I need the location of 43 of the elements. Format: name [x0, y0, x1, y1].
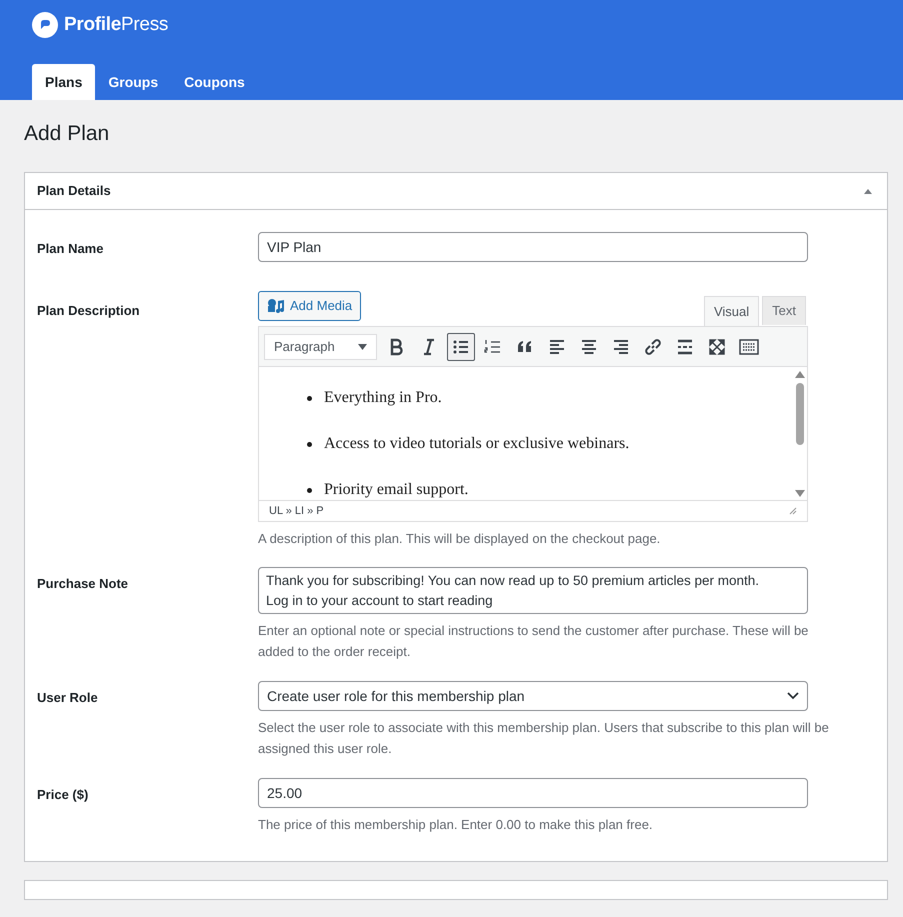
field-label: Plan Description — [37, 302, 141, 320]
bullet-icon — [307, 488, 312, 492]
media-icon — [267, 298, 285, 314]
toolbar-button[interactable] — [447, 332, 475, 360]
page-title: Add Plan — [24, 121, 110, 147]
add-media-button[interactable]: Add Media — [258, 291, 362, 321]
field-label: Price ($) — [37, 786, 90, 804]
panel-title: Plan Details — [37, 182, 111, 200]
field-label: Purchase Note — [37, 575, 130, 593]
field-label: User Role — [37, 689, 99, 707]
field-label: Plan Name — [37, 240, 104, 258]
scrollbar[interactable] — [793, 368, 807, 500]
input-field[interactable]: 25.00 — [258, 778, 808, 808]
help-text: The price of this membership plan. Enter 0.00 to make this plan free. — [258, 816, 654, 834]
list-item-text: Everything in Pro. — [324, 388, 442, 408]
list-item-text: Access to video tutorials or exclusive webinars. — [324, 434, 630, 454]
editor-tab[interactable]: Visual — [704, 296, 760, 326]
format-select[interactable]: Paragraph — [264, 334, 377, 360]
nav-tab[interactable]: Plans — [32, 64, 96, 100]
expand-icon — [707, 336, 727, 356]
bullet-icon — [307, 442, 312, 446]
select-field[interactable]: Create user role for this membership plan — [258, 681, 808, 711]
help-text: Enter an optional note or special instructions to send the customer after purchase. These will be added to the order receipt. — [258, 622, 810, 661]
bullet-icon — [307, 396, 312, 400]
logo-text: ProfilePress — [64, 12, 168, 37]
logo-icon — [32, 12, 58, 38]
chevron-down-icon — [787, 692, 799, 700]
list-item-text: Priority email support. — [324, 480, 468, 500]
editor-tab[interactable]: Text — [762, 296, 806, 325]
help-text: Select the user role to associate with this membership plan. Users that subscribe to this plan will be assigned this user role. — [258, 719, 830, 758]
element-path: UL » LI » P — [269, 504, 324, 519]
caret-icon — [358, 344, 367, 350]
triangle-icon — [863, 188, 873, 194]
resize-handle-icon — [789, 507, 797, 515]
nav-tab[interactable]: Coupons — [171, 64, 258, 100]
scroll-up-icon — [795, 371, 805, 378]
help-text: A description of this plan. This will be displayed on the checkout page. — [258, 530, 662, 548]
input-field[interactable]: VIP Plan — [258, 232, 808, 262]
scroll-down-icon — [795, 490, 805, 497]
link-icon — [643, 336, 663, 356]
text-area[interactable]: Thank you for subscribing! You can now read up to 50 premium articles per month. Log in to your account to start reading — [258, 567, 808, 614]
keyboard-icon — [739, 336, 759, 356]
nav-tab[interactable]: Groups — [95, 64, 172, 100]
